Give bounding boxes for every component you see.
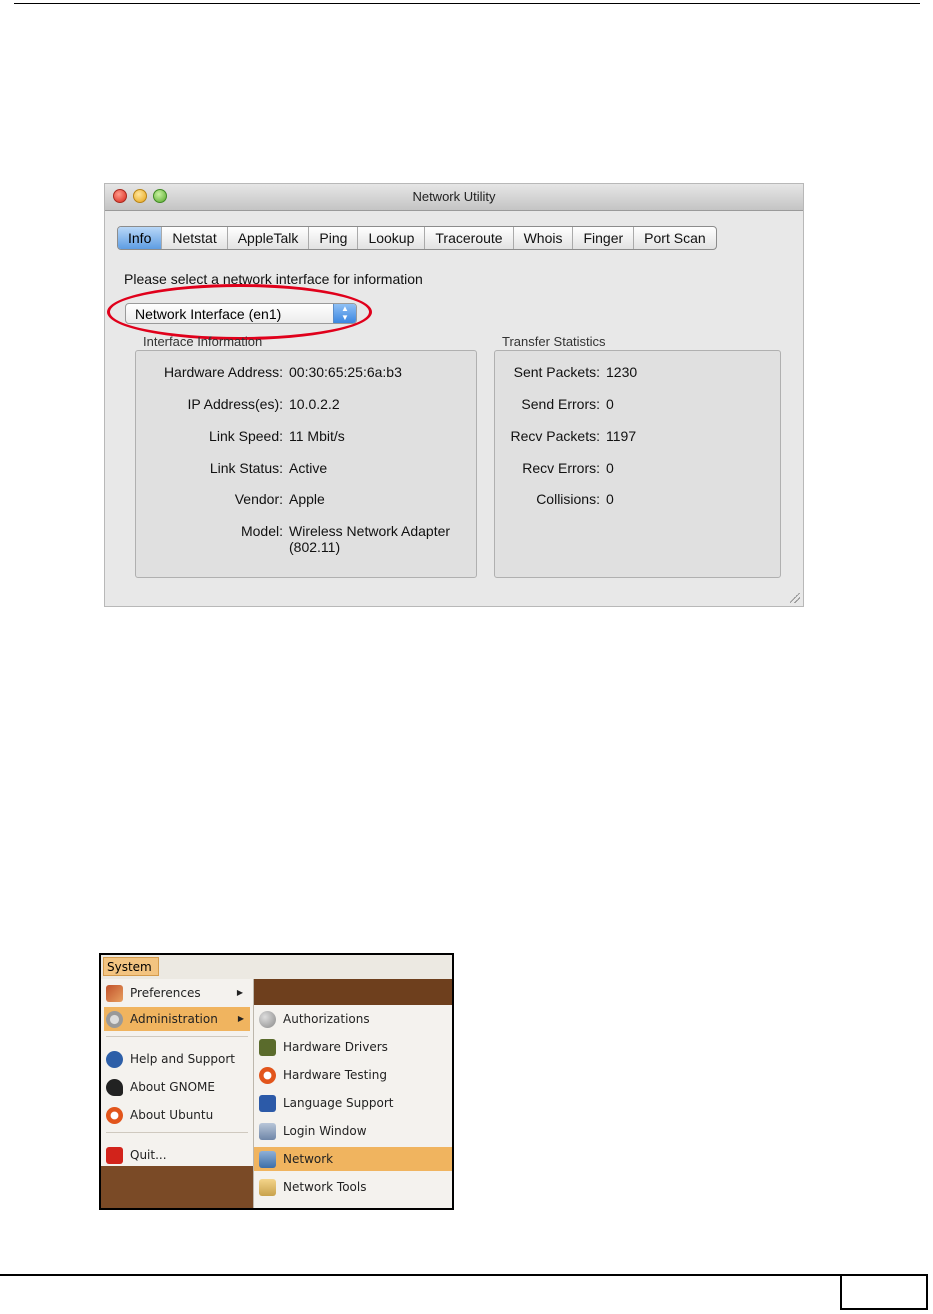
tab-finger[interactable]: Finger bbox=[573, 227, 635, 249]
system-menu-list: Preferences ▶ Administration ▶ Help and Su… bbox=[101, 979, 254, 1208]
info-row-link-speed: Link Speed: 11 Mbit/s bbox=[209, 428, 345, 444]
ubuntu-system-menu: System Preferences ▶ Administration ▶ Help… bbox=[99, 953, 454, 1210]
submenu-item-hardware-drivers[interactable]: Hardware Drivers bbox=[259, 1035, 449, 1059]
stats-row-send-errors: Send Errors: 0 bbox=[521, 396, 614, 412]
submenu-arrow-icon: ▶ bbox=[236, 988, 243, 997]
power-icon bbox=[106, 1147, 123, 1164]
submenu-item-network-tools[interactable]: Network Tools bbox=[259, 1175, 449, 1199]
help-icon bbox=[106, 1051, 123, 1068]
ubuntu-icon bbox=[106, 1107, 123, 1124]
tab-netstat[interactable]: Netstat bbox=[162, 227, 228, 249]
submenu-item-network[interactable]: Network bbox=[254, 1147, 452, 1171]
info-row-model: Model: Wireless Network Adapter (802.11) bbox=[240, 523, 451, 555]
page-number-box bbox=[840, 1274, 928, 1310]
network-utility-window: Network Utility Info Netstat AppleTalk P… bbox=[104, 183, 804, 607]
keys-icon bbox=[259, 1011, 276, 1028]
stats-row-collisions: Collisions: 0 bbox=[536, 491, 614, 507]
language-flag-icon bbox=[259, 1095, 276, 1112]
menu-separator bbox=[106, 1132, 248, 1133]
menu-item-about-ubuntu[interactable]: About Ubuntu bbox=[106, 1103, 249, 1127]
tab-ping[interactable]: Ping bbox=[309, 227, 359, 249]
info-row-vendor: Vendor: Apple bbox=[234, 491, 325, 507]
submenu-arrow-icon: ▶ bbox=[237, 1014, 244, 1023]
submenu-item-hardware-testing[interactable]: Hardware Testing bbox=[259, 1063, 449, 1087]
panel-background-strip bbox=[254, 979, 452, 1006]
stats-row-recv-packets: Recv Packets: 1197 bbox=[510, 428, 637, 444]
tab-bar: Info Netstat AppleTalk Ping Lookup Trace… bbox=[117, 226, 717, 250]
window-title: Network Utility bbox=[412, 189, 496, 204]
highlight-ring bbox=[107, 284, 372, 340]
gnome-icon bbox=[106, 1079, 123, 1096]
panel-background bbox=[101, 1166, 253, 1208]
info-row-hardware: Hardware Address: 00:30:65:25:6a:b3 bbox=[163, 364, 402, 380]
preferences-icon bbox=[106, 985, 123, 1002]
submenu-item-authorizations[interactable]: Authorizations bbox=[259, 1007, 449, 1031]
resize-grip-icon[interactable] bbox=[790, 593, 800, 603]
menubar: System bbox=[101, 955, 452, 979]
network-tools-icon bbox=[259, 1179, 276, 1196]
tab-whois[interactable]: Whois bbox=[514, 227, 574, 249]
info-row-link-status: Link Status: Active bbox=[209, 460, 328, 476]
ubuntu-icon bbox=[259, 1067, 276, 1084]
tab-port-scan[interactable]: Port Scan bbox=[634, 227, 715, 249]
tab-info[interactable]: Info bbox=[118, 227, 163, 249]
submenu-item-language-support[interactable]: Language Support bbox=[259, 1091, 449, 1115]
tab-appletalk[interactable]: AppleTalk bbox=[228, 227, 310, 249]
submenu-item-login-window[interactable]: Login Window bbox=[259, 1119, 449, 1143]
transfer-stats-label: Transfer Statistics bbox=[502, 334, 606, 349]
administration-icon bbox=[106, 1011, 123, 1028]
menu-item-help[interactable]: Help and Support bbox=[106, 1047, 249, 1071]
stats-row-sent-packets: Sent Packets: 1230 bbox=[513, 364, 638, 380]
tab-lookup[interactable]: Lookup bbox=[358, 227, 426, 249]
interface-info-label: Interface Information bbox=[143, 334, 263, 349]
info-row-ip: IP Address(es): 10.0.2.2 bbox=[187, 396, 340, 412]
administration-submenu: Authorizations Hardware Drivers Hardware… bbox=[254, 1005, 452, 1208]
tab-traceroute[interactable]: Traceroute bbox=[425, 227, 514, 249]
chip-icon bbox=[259, 1039, 276, 1056]
monitor-icon bbox=[259, 1123, 276, 1140]
menu-item-administration[interactable]: Administration ▶ bbox=[104, 1007, 250, 1031]
window-titlebar: Network Utility bbox=[105, 184, 803, 211]
menu-item-about-gnome[interactable]: About GNOME bbox=[106, 1075, 249, 1099]
system-menu-button[interactable]: System bbox=[103, 957, 159, 976]
page-top-rule bbox=[14, 3, 920, 4]
menu-item-preferences[interactable]: Preferences ▶ bbox=[106, 981, 249, 1005]
stats-row-recv-errors: Recv Errors: 0 bbox=[522, 460, 614, 476]
page-bottom-rule bbox=[0, 1274, 840, 1276]
menu-item-quit[interactable]: Quit... bbox=[106, 1143, 249, 1167]
network-icon bbox=[259, 1151, 276, 1168]
menu-separator bbox=[106, 1036, 248, 1037]
